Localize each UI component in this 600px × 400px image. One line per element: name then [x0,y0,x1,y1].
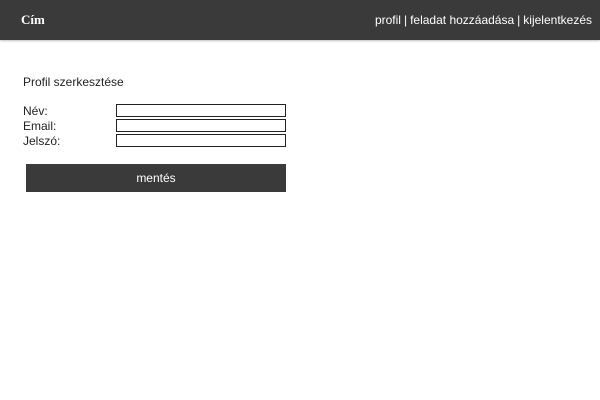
password-label: Jelszó: [23,134,61,148]
save-button[interactable]: mentés [26,164,286,192]
nav-separator: | [403,13,408,27]
nav-links: profil | feladat hozzáadása | kijelentkezés [375,13,592,27]
name-label: Név: [23,104,48,118]
nav-link-add-task[interactable]: feladat hozzáadása [410,13,514,27]
nav-link-profile[interactable]: profil [375,13,401,27]
top-navbar: Cím profil | feladat hozzáadása | kijelentke… [0,0,600,40]
name-row: Név: [23,104,293,118]
password-row: Jelszó: [23,134,293,148]
password-field[interactable] [116,134,286,147]
page-title: Profil szerkesztése [23,75,124,89]
email-label: Email: [23,119,57,133]
email-field[interactable] [116,119,286,132]
nav-link-logout[interactable]: kijelentkezés [523,13,592,27]
email-row: Email: [23,119,293,133]
brand-title[interactable]: Cím [21,13,45,27]
nav-separator: | [517,13,521,27]
name-field[interactable] [116,104,286,117]
